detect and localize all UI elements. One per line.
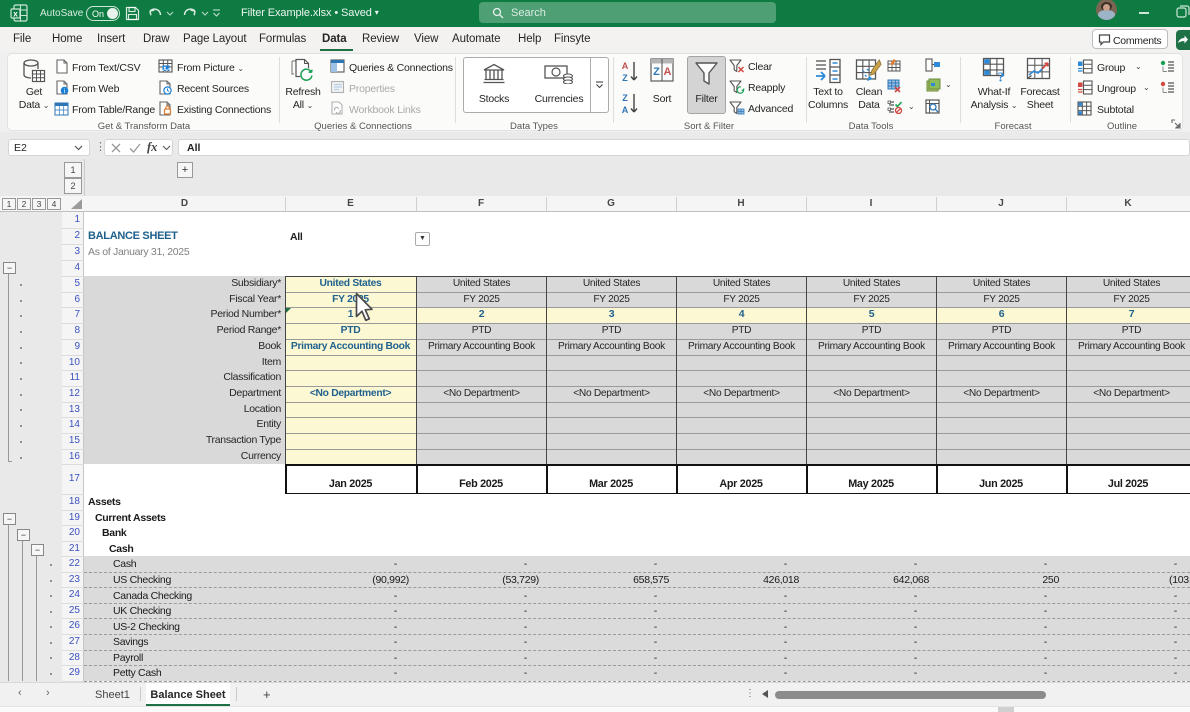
svg-text:?: ? (998, 71, 1005, 84)
svg-text:A: A (622, 105, 629, 115)
svg-text:Z: Z (622, 73, 628, 83)
svg-text:x: x (13, 9, 18, 18)
svg-text:A: A (664, 66, 672, 78)
svg-text:i: i (64, 88, 65, 95)
svg-text:Z: Z (622, 93, 628, 103)
svg-text:Z: Z (653, 66, 660, 78)
svg-text:A: A (622, 61, 629, 71)
